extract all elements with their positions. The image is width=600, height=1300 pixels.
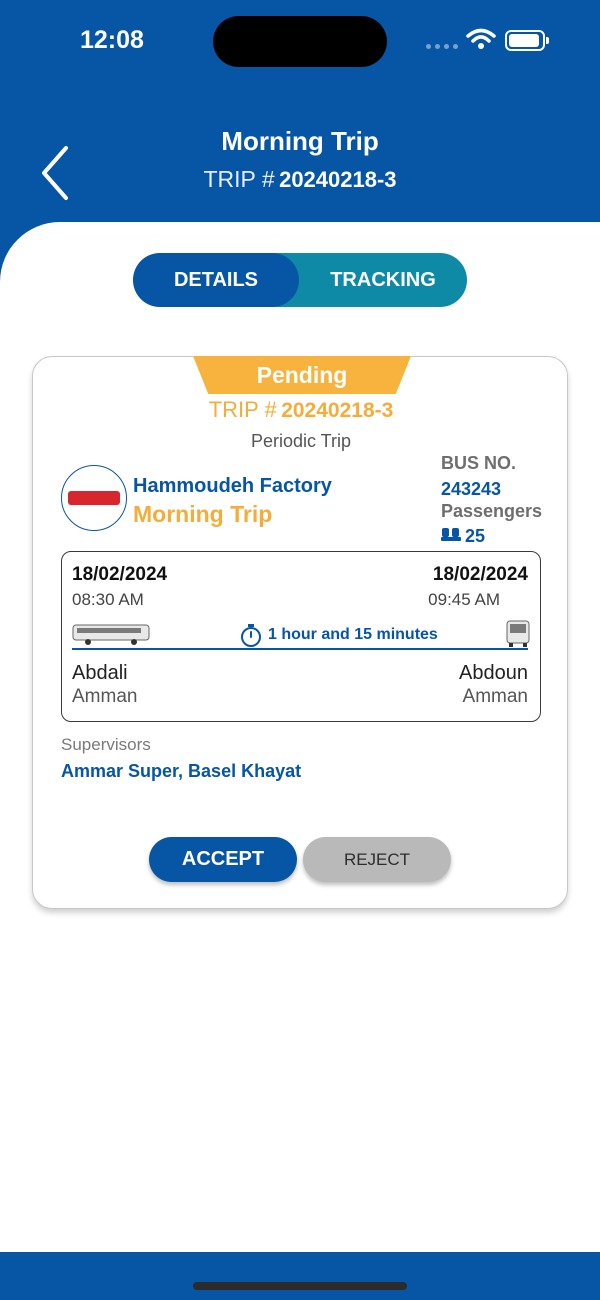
trip-type: Periodic Trip	[250, 431, 352, 451]
trip-number: 20240218-3	[279, 167, 397, 192]
wifi-icon	[466, 28, 496, 49]
battery-icon	[505, 30, 549, 51]
timer-icon	[241, 624, 261, 647]
card-trip-value: 20240218-3	[281, 399, 394, 422]
card-trip-label: TRIP #	[208, 397, 277, 422]
departure-time: 08:30 AM	[72, 590, 144, 609]
reject-button[interactable]: REJECT	[303, 837, 451, 882]
tab-tracking[interactable]: TRACKING	[299, 253, 467, 307]
card-trip-number: TRIP # 20240218-3	[33, 397, 569, 423]
company-logo-mark	[68, 491, 120, 505]
tab-switcher: DETAILS TRACKING	[133, 253, 467, 307]
bus-front-icon	[506, 620, 530, 647]
from-place: Abdali	[72, 662, 128, 684]
status-time: 12:08	[80, 26, 144, 54]
arrival-date: 18/02/2024	[432, 564, 528, 585]
header-trip-number: TRIP # 20240218-3	[0, 166, 600, 193]
bus-number: 243243	[441, 479, 502, 499]
departure-date: 18/02/2024	[72, 564, 168, 585]
from-city: Amman	[72, 686, 138, 707]
trip-label: TRIP #	[203, 166, 275, 192]
bottom-bar	[0, 1252, 600, 1300]
company-logo	[61, 465, 127, 531]
company-name: Hammoudeh Factory	[133, 475, 332, 497]
route-line	[72, 648, 528, 650]
home-indicator[interactable]	[193, 1282, 407, 1290]
accept-button[interactable]: ACCEPT	[149, 837, 297, 882]
tab-details[interactable]: DETAILS	[133, 253, 299, 307]
supervisors-names: Ammar Super, Basel Khayat	[61, 761, 302, 781]
trip-card: Pending TRIP # 20240218-3 Periodic Trip …	[32, 356, 568, 909]
to-city: Amman	[462, 686, 528, 707]
seat-icon	[441, 528, 461, 541]
signal-icon	[426, 44, 458, 49]
passengers-label: Passengers	[441, 501, 543, 521]
route-name: Morning Trip	[133, 501, 273, 527]
page-title: Morning Trip	[221, 126, 379, 156]
to-place: Abdoun	[459, 662, 528, 684]
status-badge: Pending	[193, 356, 411, 394]
supervisors-label: Supervisors	[61, 735, 151, 754]
bus-side-icon	[72, 624, 150, 645]
bus-label: BUS NO.	[441, 453, 517, 473]
schedule-box: 18/02/2024 08:30 AM 18/02/2024 09:45 AM …	[61, 551, 541, 722]
arrival-time: 09:45 AM	[428, 590, 500, 609]
trip-duration: 1 hour and 15 minutes	[268, 626, 438, 643]
dynamic-island	[213, 16, 387, 67]
passengers-count: 25	[465, 526, 486, 546]
